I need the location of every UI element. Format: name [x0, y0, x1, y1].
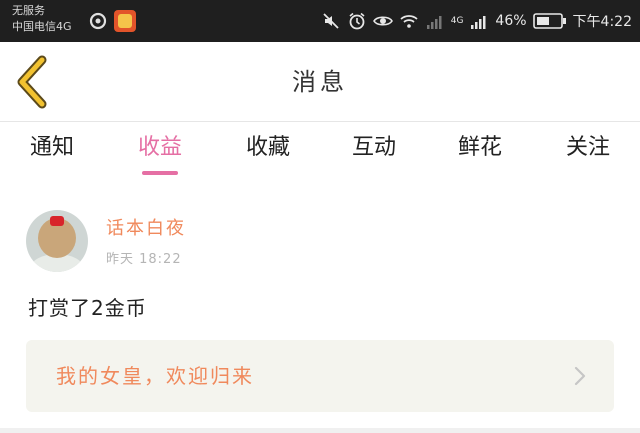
network-type: 4G	[450, 16, 464, 26]
netease-icon	[89, 12, 107, 30]
message-time: 昨天 18:22	[106, 252, 182, 267]
signal-strong-icon	[471, 16, 486, 29]
chevron-right-icon	[574, 366, 586, 386]
wifi-icon	[400, 15, 418, 28]
avatar[interactable]	[26, 210, 88, 272]
page-title: 消息	[292, 68, 348, 96]
tab-bar: 通知 收益 收藏 互动 鲜花 关注	[0, 122, 640, 178]
tab-favorites[interactable]: 收藏	[234, 122, 302, 178]
reply-text: 我的女皇，欢迎归来	[56, 364, 254, 388]
active-tab-indicator	[142, 171, 178, 175]
status-icons: 4G 46% 下午4:22	[321, 0, 632, 42]
reply-box[interactable]: 我的女皇，欢迎归来	[26, 340, 614, 412]
message-content: 打赏了2金币	[28, 296, 147, 320]
app-notification-icon	[114, 10, 136, 32]
carrier-line2: 中国电信4G	[12, 20, 72, 33]
signal-weak-icon	[426, 16, 442, 29]
tab-earnings[interactable]: 收益	[126, 122, 194, 178]
divider	[0, 428, 640, 433]
eye-icon	[372, 16, 393, 26]
tab-flowers[interactable]: 鲜花	[446, 122, 514, 178]
status-bar: 无服务 中国电信4G 4G 46% 下午4:22	[0, 0, 640, 42]
mute-icon	[323, 13, 339, 29]
clock: 下午4:22	[572, 14, 632, 30]
battery-icon	[532, 13, 566, 29]
tab-following[interactable]: 关注	[554, 122, 622, 178]
tab-interactions[interactable]: 互动	[340, 122, 408, 178]
header: 消息	[0, 42, 640, 122]
username[interactable]: 话本白夜	[106, 214, 186, 240]
alarm-icon	[349, 12, 365, 30]
carrier-info: 无服务 中国电信4G	[12, 3, 82, 39]
tab-notifications[interactable]: 通知	[18, 122, 86, 178]
carrier-line1: 无服务	[12, 4, 45, 17]
battery-percent: 46%	[495, 13, 527, 29]
message-item: 话本白夜 昨天 18:22 打赏了2金币 我的女皇，欢迎归来	[0, 178, 640, 433]
